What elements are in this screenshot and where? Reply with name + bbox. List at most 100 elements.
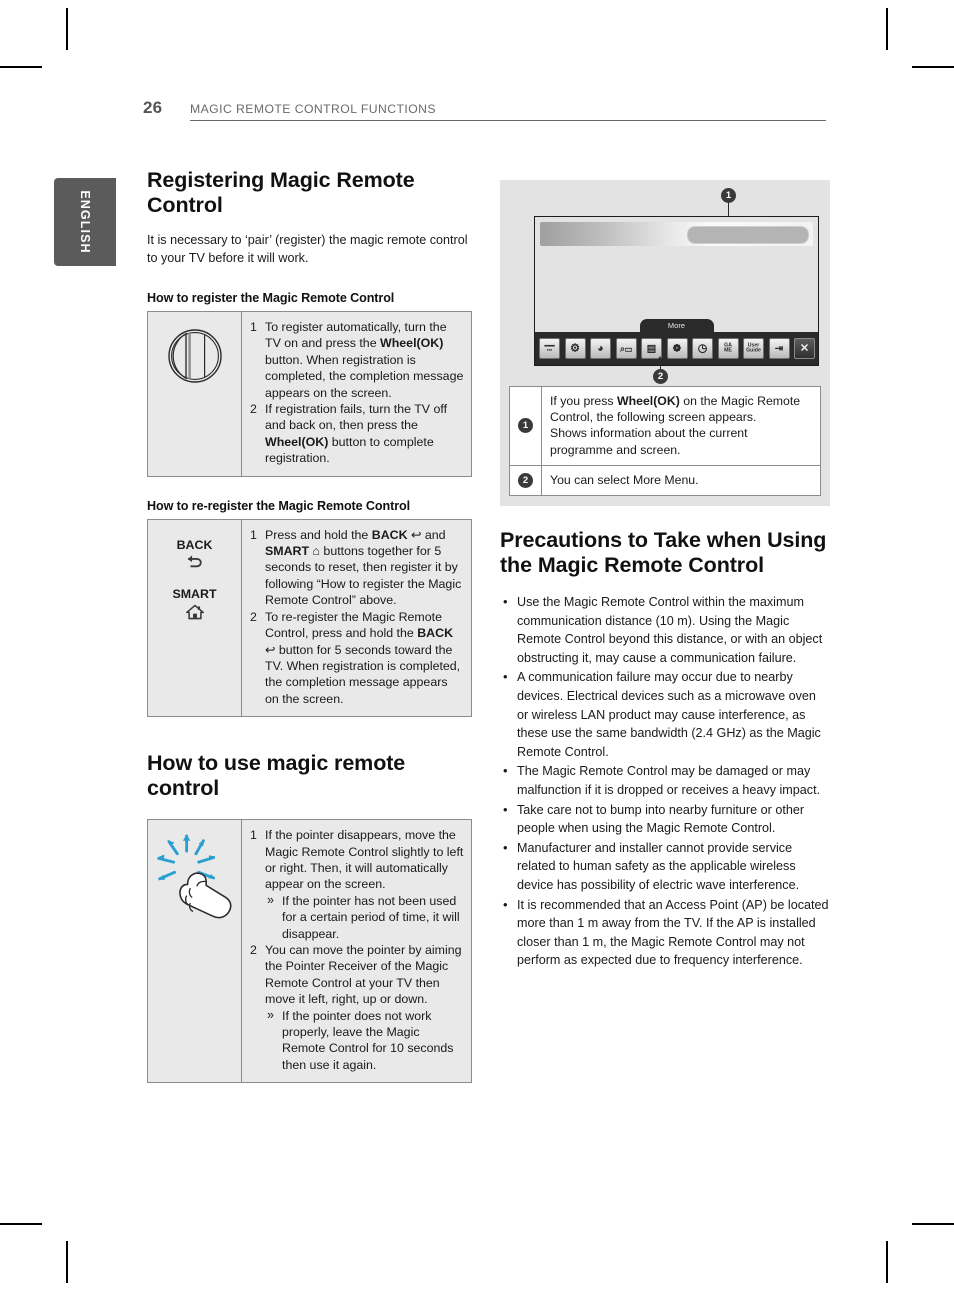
- usage-steps: 1 If the pointer disappears, move the Mag…: [250, 827, 464, 1073]
- crop-mark-right-top: [912, 66, 954, 68]
- step-text: If registration fails, turn the TV off a…: [265, 402, 448, 466]
- step-number: 1: [250, 320, 257, 334]
- recording-list-icon[interactable]: ▬▬ ▪▪▪: [539, 338, 560, 359]
- wheel-ok-icon: [167, 328, 223, 384]
- crop-mark-bottom-left: [66, 1241, 68, 1283]
- list-item-text: The Magic Remote Control may be damaged …: [517, 764, 821, 797]
- usage-step-2-substeps: » If the pointer does not work properly, …: [265, 1008, 464, 1074]
- substep-text: If the pointer has not been used for a c…: [282, 893, 460, 941]
- more-menu-dock: ▬▬ ▪▪▪ ⚙ ◕ ⌕▭ ▤ ❁ ◷ GA ME User Guide ⇥ ✕: [535, 332, 818, 365]
- callout-badge-1: 1: [721, 188, 736, 203]
- usage-step-2: 2 You can move the pointer by aiming the …: [250, 942, 464, 1073]
- usage-substep: » If the pointer has not been used for a …: [267, 893, 464, 942]
- list-item-text: A communication failure may occur due to…: [517, 670, 821, 759]
- chapter-title: MAGIC REMOTE CONTROL FUNCTIONS: [190, 102, 436, 116]
- usage-step-1-substeps: » If the pointer has not been used for a …: [265, 893, 464, 942]
- back-arrow-icon: [148, 554, 241, 570]
- legend-key-cell: 1: [510, 387, 542, 465]
- usage-substep: » If the pointer does not work properly, …: [267, 1008, 464, 1074]
- crop-mark-left-top: [0, 66, 42, 68]
- page-number: 26: [143, 98, 163, 117]
- crop-mark-right-bottom: [912, 1223, 954, 1225]
- usage-step-1: 1 If the pointer disappears, move the Mag…: [250, 827, 464, 942]
- usage-table: 1 If the pointer disappears, move the Mag…: [147, 819, 472, 1084]
- list-item-text: Manufacturer and installer cannot provid…: [517, 840, 800, 892]
- step-text: To register automatically, turn the TV o…: [265, 320, 464, 400]
- crop-mark-bottom-right: [886, 1241, 888, 1283]
- list-item-text: Take care not to bump into nearby furnit…: [517, 802, 805, 836]
- usage-icon-cell: [148, 820, 242, 1083]
- user-guide-icon[interactable]: User Guide: [743, 338, 764, 359]
- reregister-text-cell: 1 Press and hold the BACK ↩ and SMART ⌂ b…: [242, 520, 471, 716]
- timer-clock-icon[interactable]: ◷: [692, 338, 713, 359]
- internet-globe-icon[interactable]: ◕: [590, 338, 611, 359]
- step-text: You can move the pointer by aiming the P…: [265, 942, 462, 1007]
- figure-legend-table: 1 If you press Wheel(OK) on the Magic Re…: [509, 386, 821, 497]
- step-number: 2: [250, 609, 257, 624]
- reregister-steps: 1 Press and hold the BACK ↩ and SMART ⌂ b…: [250, 527, 464, 707]
- more-tab[interactable]: More: [639, 319, 714, 332]
- back-button-label: BACK: [176, 537, 213, 552]
- register-table: 1 To register automatically, turn the TV …: [147, 311, 472, 477]
- step-text: To re-register the Magic Remote Control,…: [265, 609, 461, 706]
- pointing-hand-icon: [155, 832, 235, 927]
- page-title-precautions: Precautions to Take when Using the Magic…: [500, 528, 827, 577]
- page-header: 26 MAGIC REMOTE CONTROL FUNCTIONS: [143, 98, 826, 124]
- smart-button-label: SMART: [172, 586, 217, 601]
- step-number: 2: [250, 942, 257, 957]
- crop-mark-left-bottom: [0, 1223, 42, 1225]
- register-icon-cell: [148, 312, 242, 476]
- register-step-2: 2 If registration fails, turn the TV off …: [250, 401, 464, 467]
- list-item: • Use the Magic Remote Control within the…: [500, 593, 830, 667]
- tv-figure: 1 More ▬▬ ▪▪▪ ⚙ ◕ ⌕▭ ▤ ❁ ◷ GA ME User Gu…: [509, 188, 821, 384]
- precaution-list: • Use the Magic Remote Control within the…: [500, 593, 830, 970]
- register-text-cell: 1 To register automatically, turn the TV …: [242, 312, 471, 476]
- apps-3d-icon[interactable]: ❁: [666, 338, 688, 359]
- exit-icon[interactable]: ✕: [794, 338, 815, 359]
- right-column: 1 More ▬▬ ▪▪▪ ⚙ ◕ ⌕▭ ▤ ❁ ◷ GA ME User Gu…: [500, 180, 830, 971]
- crop-mark-top-right: [886, 8, 888, 50]
- step-number: 1: [250, 828, 257, 843]
- language-tab: ENGLISH: [54, 178, 116, 266]
- heading-how-to-register: How to register the Magic Remote Control: [147, 291, 395, 305]
- page-title-how-to-use: How to use magic remote control: [147, 751, 406, 801]
- step-number: 1: [250, 527, 257, 542]
- register-step-1: 1 To register automatically, turn the TV …: [250, 319, 464, 401]
- list-item: • Take care not to bump into nearby furni…: [500, 801, 830, 838]
- substep-text: If the pointer does not work properly, l…: [282, 1008, 454, 1072]
- tv-screen-figure-panel: 1 More ▬▬ ▪▪▪ ⚙ ◕ ⌕▭ ▤ ❁ ◷ GA ME User Gu…: [500, 180, 830, 507]
- tv-screen: More ▬▬ ▪▪▪ ⚙ ◕ ⌕▭ ▤ ❁ ◷ GA ME User Guide ⇥…: [534, 216, 819, 366]
- search-icon[interactable]: ⌕▭: [615, 338, 637, 359]
- language-tab-label: ENGLISH: [78, 190, 92, 254]
- guillemet-marker: »: [267, 1007, 275, 1022]
- list-item: • The Magic Remote Control may be damaged…: [500, 762, 830, 799]
- reregister-table: BACK SMART 1 Press and hold the BACK ↩ a…: [147, 518, 472, 718]
- info-banner-pill: [687, 226, 809, 244]
- bullet-marker: •: [503, 594, 508, 610]
- legend-row: 2 You can select More Menu.: [510, 465, 820, 496]
- usage-text-cell: 1 If the pointer disappears, move the Mag…: [242, 820, 471, 1082]
- list-item: • Manufacturer and installer cannot provi…: [500, 839, 830, 895]
- bullet-marker: •: [503, 896, 508, 912]
- settings-gear-icon[interactable]: ⚙: [564, 338, 586, 359]
- game-icon[interactable]: GA ME: [717, 338, 739, 359]
- bullet-marker: •: [503, 669, 508, 685]
- home-icon: [148, 603, 241, 621]
- reregister-step-1: 1 Press and hold the BACK ↩ and SMART ⌂ b…: [250, 527, 464, 609]
- header-rule: [190, 120, 826, 121]
- callout-badge-2: 2: [653, 369, 668, 384]
- legend-value-cell: You can select More Menu.: [550, 472, 699, 487]
- bullet-marker: •: [503, 839, 508, 855]
- list-item: • A communication failure may occur due t…: [500, 668, 830, 761]
- list-item: • It is recommended that an Access Point …: [500, 896, 830, 970]
- list-item-text: Use the Magic Remote Control within the …: [517, 595, 823, 665]
- input-list-icon[interactable]: ⇥: [768, 338, 790, 359]
- bullet-marker: •: [503, 801, 508, 817]
- step-text: If the pointer disappears, move the Magi…: [265, 828, 464, 892]
- step-number: 2: [250, 402, 257, 417]
- intro-paragraph: It is necessary to ‘pair’ (register) the…: [147, 233, 468, 265]
- bullet-marker: •: [503, 763, 508, 779]
- info-banner: [540, 222, 813, 246]
- left-column: Registering Magic Remote Control It is n…: [147, 168, 472, 1084]
- legend-row: 1 If you press Wheel(OK) on the Magic Re…: [510, 387, 820, 466]
